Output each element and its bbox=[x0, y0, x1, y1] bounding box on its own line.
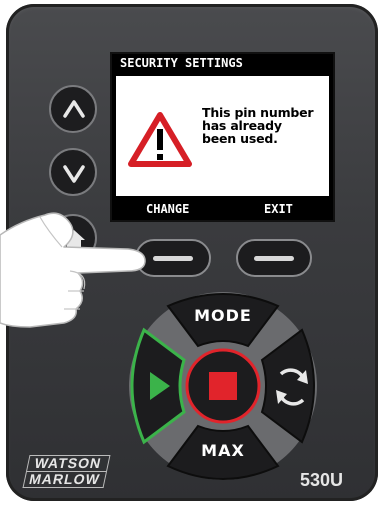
message-panel: This pin number has already been used. bbox=[116, 76, 329, 196]
up-arrow-icon bbox=[63, 100, 85, 118]
screen-title: SECURITY SETTINGS bbox=[120, 56, 243, 70]
brand-line: MARLOW bbox=[22, 471, 107, 488]
softkey-label-exit: EXIT bbox=[264, 202, 293, 216]
up-button[interactable] bbox=[49, 85, 97, 133]
message-text: This pin number has already been used. bbox=[202, 106, 324, 145]
brand-logo: WATSON MARLOW bbox=[22, 455, 111, 488]
model-number: 530U bbox=[300, 470, 344, 490]
stop-icon bbox=[209, 372, 237, 400]
message-line: been used. bbox=[202, 131, 278, 146]
down-button[interactable] bbox=[49, 148, 97, 196]
softkey-right-button[interactable] bbox=[236, 239, 312, 277]
pointing-hand-illustration bbox=[0, 212, 146, 328]
softkey-bar bbox=[254, 256, 294, 261]
display-screen: SECURITY SETTINGS This pin number has al… bbox=[110, 52, 335, 222]
down-arrow-icon bbox=[63, 165, 85, 183]
max-label: MAX bbox=[201, 441, 245, 460]
warning-icon bbox=[128, 112, 192, 167]
brand-line: WATSON bbox=[25, 455, 111, 472]
